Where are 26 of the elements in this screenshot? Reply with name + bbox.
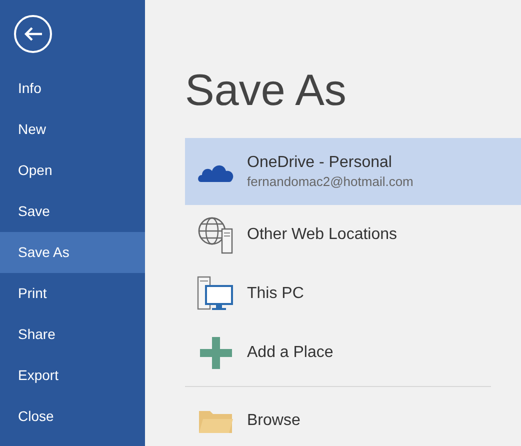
menu-item[interactable]: Print bbox=[0, 273, 145, 314]
place-label: Browse bbox=[247, 410, 300, 430]
menu-item[interactable]: New bbox=[0, 109, 145, 150]
menu-item[interactable]: Share bbox=[0, 314, 145, 355]
menu-item[interactable]: Save bbox=[0, 191, 145, 232]
place-label: OneDrive - Personal bbox=[247, 153, 393, 173]
menu-item[interactable]: Close bbox=[0, 396, 145, 437]
place-item[interactable]: Browse bbox=[185, 391, 521, 446]
menu-item[interactable]: Open bbox=[0, 150, 145, 191]
back-button[interactable] bbox=[14, 15, 52, 53]
page-title: Save As bbox=[185, 66, 346, 116]
menu-item[interactable]: Export bbox=[0, 355, 145, 396]
plus-icon bbox=[199, 336, 233, 370]
place-label: Add a Place bbox=[247, 342, 334, 362]
computer-icon bbox=[197, 276, 235, 312]
place-item[interactable]: Add a Place bbox=[185, 323, 521, 382]
place-label: This PC bbox=[247, 284, 304, 304]
menu-item[interactable]: Save As bbox=[0, 232, 145, 273]
menu-item[interactable]: Info bbox=[0, 68, 145, 109]
place-item[interactable]: This PC bbox=[185, 264, 521, 323]
globe-icon bbox=[197, 214, 235, 254]
back-arrow-icon bbox=[23, 26, 43, 42]
place-label: Other Web Locations bbox=[247, 224, 398, 244]
account-email: fernandomac2@hotmail.com bbox=[247, 173, 414, 190]
place-item[interactable]: Other Web Locations bbox=[185, 205, 521, 264]
place-item[interactable]: OneDrive - Personal fernandomac2@hotmail.com bbox=[185, 138, 521, 205]
